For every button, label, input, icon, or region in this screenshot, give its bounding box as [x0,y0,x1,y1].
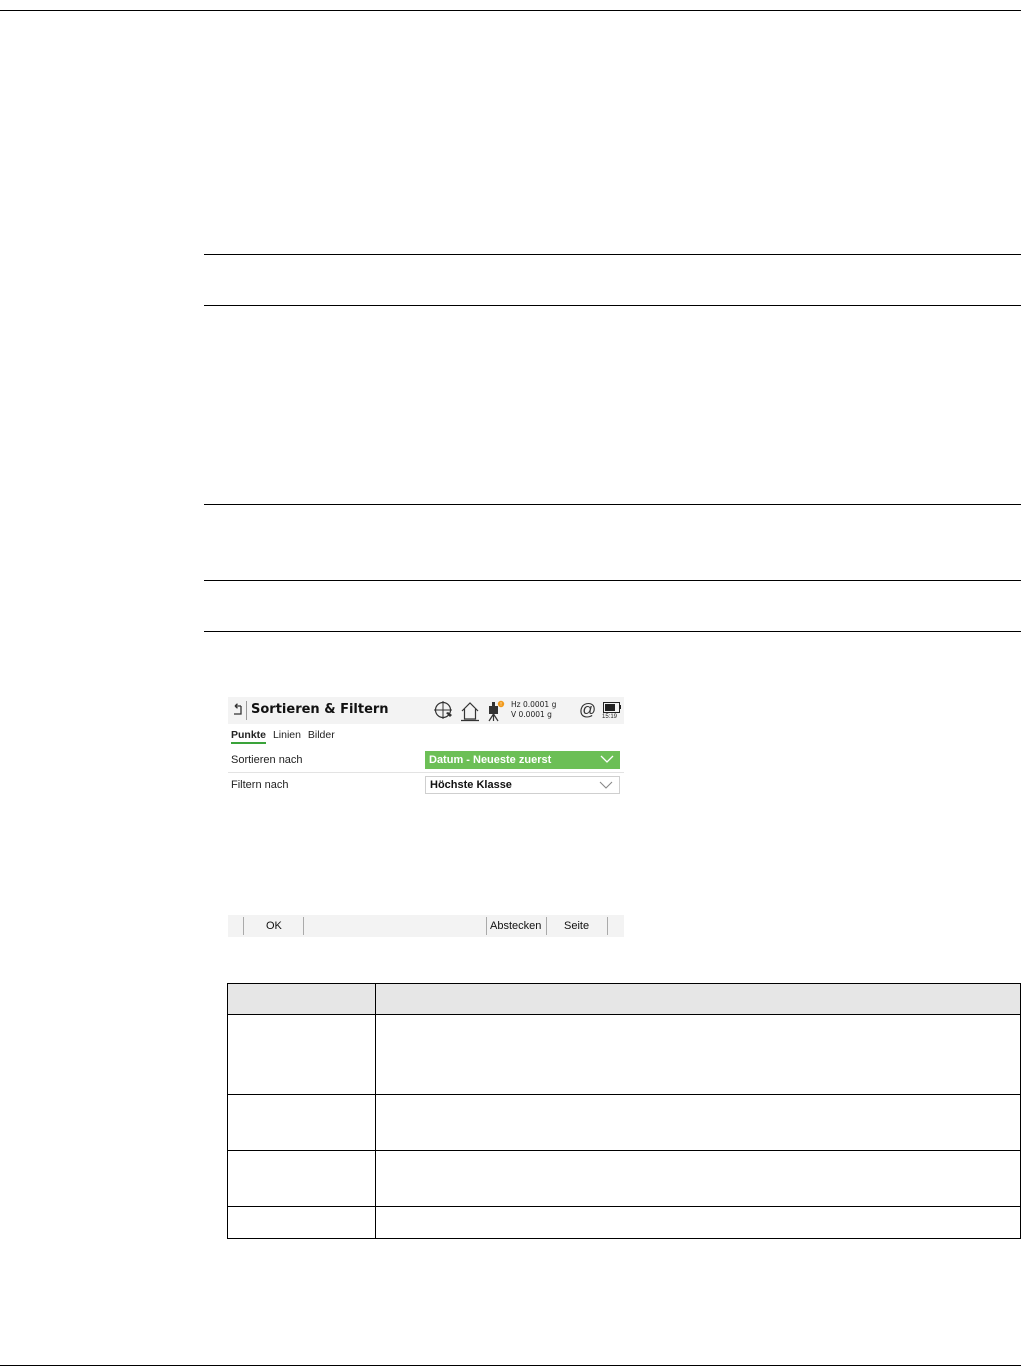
softkey-bar: OK Abstecken Seite [228,915,624,937]
tab-linien[interactable]: Linien [273,729,301,741]
tab-bilder[interactable]: Bilder [308,729,335,741]
softkey-separator [303,917,304,935]
filter-label: Filtern nach [231,779,289,791]
filter-select-value: Höchste Klasse [430,779,512,791]
home-icon [461,702,479,722]
table-row-divider [228,1094,1020,1095]
section-rule-5 [204,631,1021,632]
table-column-divider [375,984,376,1238]
sort-select-value: Datum - Neueste zuerst [429,754,552,766]
softkey-separator [486,917,487,935]
v-value: V 0.0001 g [511,710,552,719]
chevron-down-icon [599,781,613,789]
sort-select[interactable]: Datum - Neueste zuerst [425,751,620,769]
at-icon: @ [579,700,597,719]
section-rule-1 [204,254,1021,255]
top-rule [0,10,1021,11]
title-bar: Sortieren & Filtern ! Hz 0.0001 g V 0.00… [228,697,624,724]
battery-icon: 15:19 [602,702,622,722]
bottom-rule [0,1365,1021,1366]
hz-value: Hz 0.0001 g [511,700,557,709]
tab-bar: Punkte Linien Bilder [231,729,339,744]
section-rule-2 [204,305,1021,306]
section-rule-4 [204,580,1021,581]
filter-select[interactable]: Höchste Klasse [425,776,620,794]
title-separator [246,701,247,720]
row-divider [228,772,624,773]
back-icon[interactable] [231,703,245,717]
table-row-divider [228,1150,1020,1151]
angle-readout: Hz 0.0001 g V 0.0001 g [511,700,556,720]
softkey-separator [243,917,244,935]
instrument-icon: ! [488,700,505,722]
clock-time: 15:19 [602,714,618,720]
softkey-separator [546,917,547,935]
table-row-divider [228,1206,1020,1207]
page-button[interactable]: Seite [564,920,589,932]
chevron-down-icon [600,755,614,763]
softkey-separator [607,917,608,935]
tab-punkte[interactable]: Punkte [231,729,267,744]
target-icon [434,701,452,719]
svg-text:!: ! [500,702,502,708]
description-table [227,983,1021,1239]
ok-button[interactable]: OK [266,920,282,932]
stakeout-button[interactable]: Abstecken [490,920,541,932]
section-rule-3 [204,504,1021,505]
device-screen: Sortieren & Filtern ! Hz 0.0001 g V 0.00… [228,697,624,937]
table-header [228,984,1020,1015]
sort-label: Sortieren nach [231,754,303,766]
screen-title: Sortieren & Filtern [251,702,389,717]
